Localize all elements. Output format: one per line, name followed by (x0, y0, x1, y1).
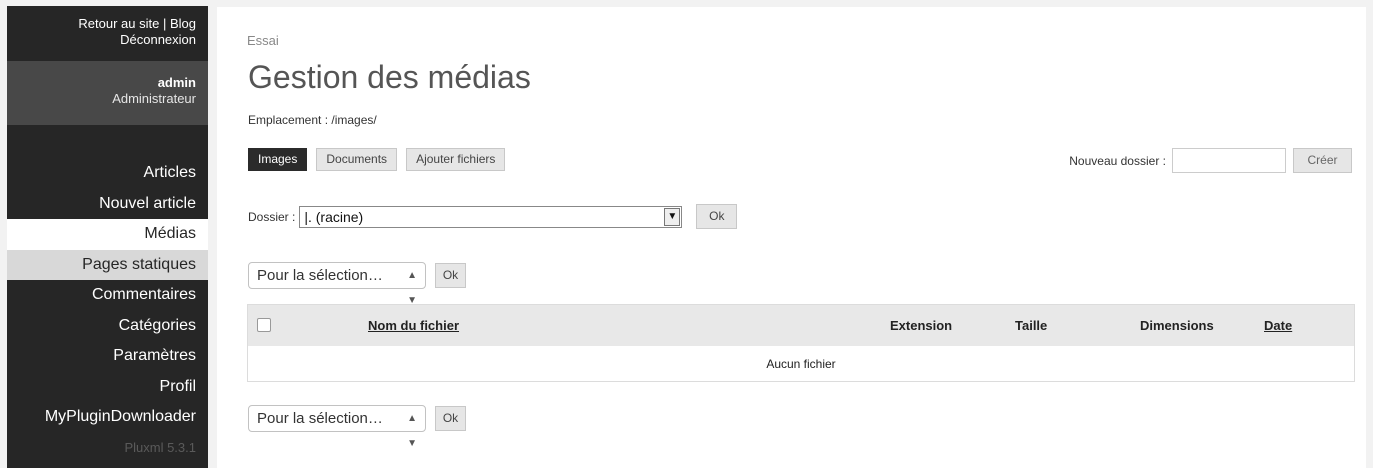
sidebar-item-articles[interactable]: Articles (7, 158, 208, 189)
location-path: Emplacement : /images/ (248, 113, 377, 127)
new-folder-form: Nouveau dossier : Créer (1069, 148, 1352, 173)
bulk-action-top: Pour la sélection… ▲ ▼ Ok (248, 262, 466, 306)
sidebar-item-categories[interactable]: Catégories (7, 311, 208, 342)
col-dimensions: Dimensions (1140, 318, 1214, 333)
folder-select[interactable]: |. (racine) ▼ (299, 205, 683, 228)
files-table: Nom du fichier Extension Taille Dimensio… (247, 304, 1355, 382)
user-name: admin (157, 75, 196, 90)
table-header: Nom du fichier Extension Taille Dimensio… (248, 305, 1354, 346)
folder-ok-button[interactable]: Ok (696, 204, 738, 229)
spinner-arrows-icon: ▲ ▼ (407, 413, 417, 449)
new-folder-label: Nouveau dossier : (1069, 153, 1166, 168)
col-size: Taille (1015, 318, 1048, 333)
col-file-name[interactable]: Nom du fichier (368, 318, 459, 333)
bulk-action-bottom: Pour la sélection… ▲ ▼ Ok (248, 405, 466, 449)
user-role: Administrateur (112, 91, 196, 106)
breadcrumb: Essai (247, 33, 279, 48)
empty-message: Aucun fichier (766, 357, 836, 371)
bulk-action-select-top[interactable]: Pour la sélection… ▲ ▼ (248, 262, 426, 306)
sidebar-item-new-article[interactable]: Nouvel article (7, 189, 208, 220)
bulk-action-ok-top[interactable]: Ok (435, 263, 466, 288)
tab-documents[interactable]: Documents (316, 148, 398, 171)
main-content: Essai Gestion des médias Emplacement : /… (217, 7, 1366, 468)
create-folder-button[interactable]: Créer (1293, 148, 1352, 173)
add-files-button[interactable]: Ajouter fichiers (406, 148, 506, 171)
col-extension: Extension (890, 318, 953, 333)
tab-images[interactable]: Images (248, 148, 308, 171)
select-all-checkbox[interactable] (257, 318, 271, 332)
sidebar-item-medias[interactable]: Médias (7, 219, 208, 250)
bulk-action-select-label: Pour la sélection… (257, 267, 383, 284)
sidebar-nav: Articles Nouvel article Médias Pages sta… (7, 158, 208, 433)
sidebar-item-comments[interactable]: Commentaires (7, 280, 208, 311)
folder-select-value: |. (racine) (304, 208, 364, 225)
bulk-action-ok-bottom[interactable]: Ok (435, 406, 466, 431)
sidebar-item-settings[interactable]: Paramètres (7, 341, 208, 372)
blog-link[interactable]: Blog (170, 16, 196, 31)
sidebar-top-links: Retour au site | Blog Déconnexion (7, 6, 208, 61)
media-tabs: Images Documents Ajouter fichiers (248, 148, 506, 171)
col-date[interactable]: Date (1264, 318, 1292, 333)
folder-selector: Dossier : |. (racine) ▼ Ok (248, 204, 738, 229)
version-label: Pluxml 5.3.1 (124, 439, 196, 455)
new-folder-input[interactable] (1172, 148, 1286, 173)
bulk-action-select-bottom[interactable]: Pour la sélection… ▲ ▼ (248, 405, 426, 449)
sidebar-item-myplugindownloader[interactable]: MyPluginDownloader (7, 402, 208, 433)
logout-link[interactable]: Déconnexion (120, 32, 196, 47)
bulk-action-select-label: Pour la sélection… (257, 410, 383, 427)
dropdown-arrow-icon: ▼ (664, 207, 681, 226)
back-to-site-link[interactable]: Retour au site (78, 16, 159, 31)
sidebar-item-profile[interactable]: Profil (7, 372, 208, 403)
sidebar: Retour au site | Blog Déconnexion admin … (7, 6, 208, 468)
user-info: admin Administrateur (7, 61, 208, 125)
link-separator: | (162, 16, 167, 31)
page-title: Gestion des médias (248, 59, 531, 95)
sidebar-item-static-pages[interactable]: Pages statiques (7, 249, 208, 280)
folder-label: Dossier : (248, 209, 296, 224)
